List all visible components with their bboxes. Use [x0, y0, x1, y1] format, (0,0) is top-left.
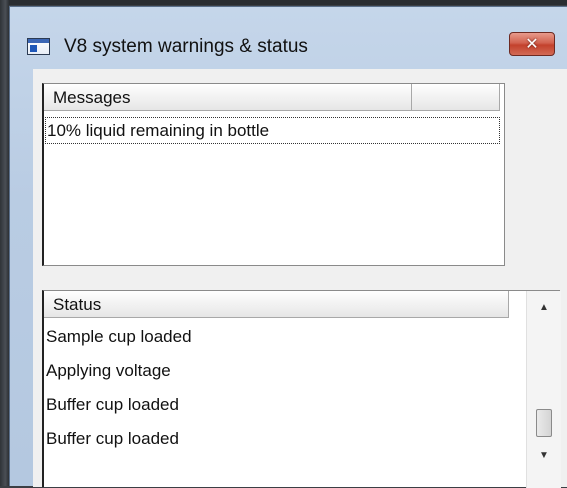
title-bar[interactable]: V8 system warnings & status ✕: [10, 7, 567, 69]
messages-list[interactable]: Messages 10% liquid remaining in bottle: [42, 83, 505, 266]
scroll-up-arrow-icon[interactable]: ▲: [527, 293, 561, 323]
status-scrollbar[interactable]: ▲ ▼: [526, 291, 561, 488]
messages-header-row: Messages: [44, 84, 504, 112]
window-client-area: Messages 10% liquid remaining in bottle …: [33, 69, 567, 488]
window-title: V8 system warnings & status: [64, 36, 308, 57]
scroll-down-arrow-icon[interactable]: ▼: [527, 441, 561, 471]
warnings-status-window: V8 system warnings & status ✕ Messages 1…: [9, 6, 567, 488]
scrollbar-thumb[interactable]: [536, 409, 552, 437]
desktop-edge: [0, 0, 9, 486]
list-item[interactable]: Applying voltage: [46, 354, 506, 388]
desktop-background: [0, 0, 567, 5]
messages-column-header[interactable]: Messages: [44, 84, 412, 111]
messages-extra-column-header[interactable]: [412, 84, 500, 111]
close-button[interactable]: ✕: [509, 32, 555, 56]
list-item[interactable]: Buffer cup loaded: [46, 388, 506, 422]
list-item[interactable]: Buffer cup loaded: [46, 422, 506, 456]
close-icon: ✕: [525, 34, 539, 53]
app-window-icon: [27, 38, 50, 55]
list-item[interactable]: Sample cup loaded: [46, 320, 506, 354]
status-header-row: Status: [44, 291, 509, 319]
status-column-header[interactable]: Status: [44, 291, 509, 318]
status-list[interactable]: Status Sample cup loaded Applying voltag…: [42, 290, 561, 488]
list-item[interactable]: 10% liquid remaining in bottle: [45, 117, 500, 144]
